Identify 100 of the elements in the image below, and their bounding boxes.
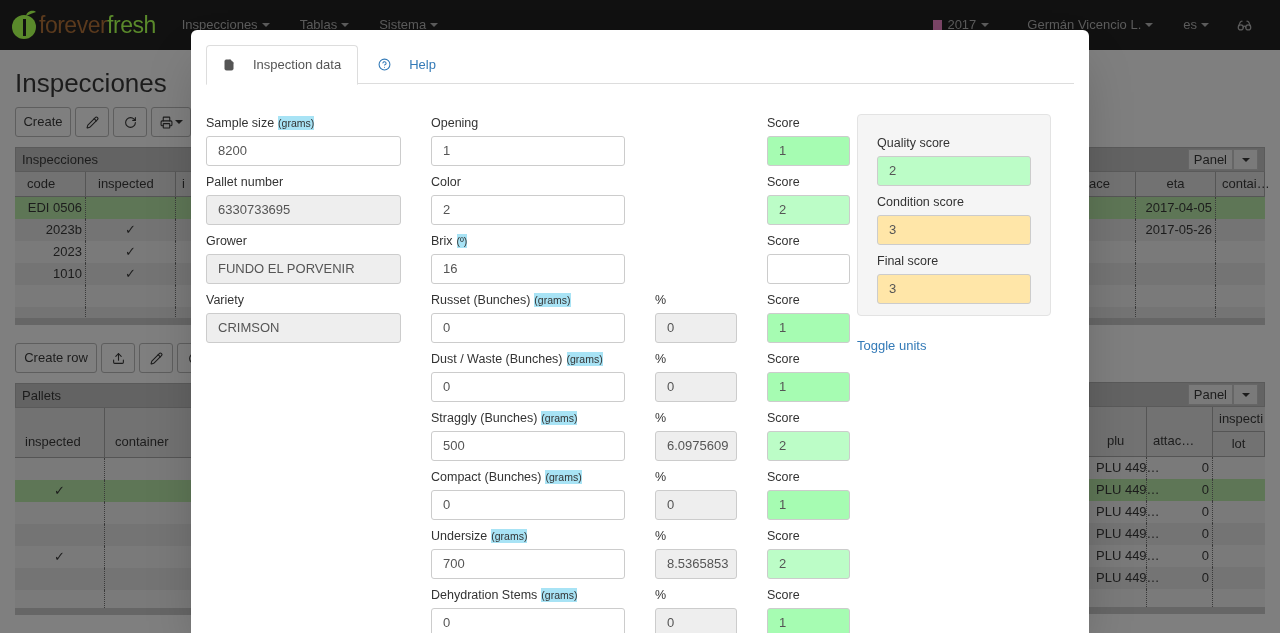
table-cell-text: ✓ (54, 482, 65, 501)
input-field[interactable]: 2 (431, 195, 625, 225)
input-field[interactable]: CRIMSON (206, 313, 401, 343)
column-header[interactable]: lot (1213, 432, 1265, 457)
field-label: Dehydration Stems (431, 587, 538, 604)
edit-button[interactable] (139, 343, 173, 373)
column-header[interactable]: ace (1089, 172, 1136, 197)
scrollbar[interactable] (15, 318, 191, 325)
nav-menu[interactable]: Inspecciones (181, 15, 270, 35)
column-header[interactable]: plu (1089, 407, 1147, 457)
input-field[interactable]: 700 (431, 549, 625, 579)
column-header[interactable]: container (105, 408, 191, 458)
table-row[interactable]: PLU 449… 0 (1089, 567, 1265, 589)
input-field[interactable]: 0 (655, 608, 737, 633)
toggle-units-link[interactable]: Toggle units (857, 336, 1051, 356)
input-field[interactable]: 6330733695 (206, 195, 401, 225)
input-field[interactable]: 2 (767, 431, 850, 461)
input-field[interactable]: 3 (877, 274, 1031, 304)
table-row[interactable] (15, 524, 191, 546)
field-label: Final score (877, 253, 939, 270)
table-cell-text: 0 (1201, 525, 1209, 544)
table-cell-text: 0 (1201, 547, 1209, 566)
input-field[interactable] (767, 254, 850, 284)
tab[interactable]: Inspection data (206, 45, 359, 85)
tab[interactable]: Help (360, 45, 452, 84)
field-label: Straggly (Bunches) (431, 410, 538, 427)
upload-button[interactable] (101, 343, 135, 373)
language-menu[interactable]: es (1183, 15, 1209, 35)
input-field[interactable]: 16 (431, 254, 625, 284)
table-cell-text: 0 (1201, 569, 1209, 588)
input-field[interactable]: 3 (877, 215, 1031, 245)
input-field[interactable]: 8200 (206, 136, 401, 166)
table-cell-text: 2017-05-26 (1145, 221, 1212, 240)
scrollbar[interactable] (15, 608, 191, 615)
input-field[interactable]: 1 (767, 490, 850, 520)
user-menu[interactable]: Germán Vicencio L. (1027, 15, 1154, 35)
field-label: Score (767, 410, 800, 427)
season-menu[interactable]: 2017 (933, 15, 990, 35)
panel-menu-button[interactable] (1233, 149, 1258, 170)
table-row[interactable]: EDI 0506 (15, 197, 191, 219)
column-header[interactable]: i (176, 172, 191, 197)
table-cell-text: 0 (1201, 503, 1209, 522)
input-field[interactable]: 8.5365853 (655, 549, 737, 579)
panel-title: Pallets (22, 386, 62, 405)
field-label: % (655, 351, 667, 368)
print-button[interactable] (151, 107, 191, 137)
input-field[interactable]: 0 (655, 490, 737, 520)
table-row[interactable]: ✓ (15, 480, 191, 502)
input-field[interactable]: 1 (767, 372, 850, 402)
table-cell-text: 2017-04-05 (1145, 199, 1212, 218)
scrollbar[interactable] (1089, 607, 1265, 614)
table-cell-text: EDI 0506 (27, 199, 82, 218)
table-row[interactable]: 2017-04-05 (1089, 197, 1265, 219)
column-header[interactable]: inspected (86, 172, 176, 197)
input-field[interactable]: 2 (767, 195, 850, 225)
upload-icon (111, 351, 125, 365)
edit-button[interactable] (75, 107, 109, 137)
input-field[interactable]: 500 (431, 431, 625, 461)
panel-button[interactable]: Panel (1187, 384, 1233, 405)
create-row-button[interactable]: Create row (15, 343, 97, 373)
input-field[interactable]: 2 (877, 156, 1031, 186)
nav-menu[interactable]: Tablas (299, 15, 350, 35)
table-row[interactable] (15, 568, 191, 590)
input-field[interactable]: FUNDO EL PORVENIR (206, 254, 401, 284)
input-field[interactable]: 0 (655, 313, 737, 343)
input-field[interactable]: 2 (767, 549, 850, 579)
input-field[interactable]: 0 (431, 490, 625, 520)
table-row[interactable]: 2017-05-26 (1089, 219, 1265, 241)
input-field[interactable]: 1 (767, 313, 850, 343)
table-cell-text: 2023b (45, 221, 82, 240)
field-label: % (655, 469, 667, 486)
input-field[interactable]: 1 (767, 608, 850, 633)
table-row[interactable]: 2023b ✓ (15, 219, 191, 241)
input-field[interactable]: 0 (431, 313, 625, 343)
unit-tag: (grams) (491, 529, 528, 543)
table-row[interactable] (1089, 263, 1265, 285)
column-header[interactable]: attac… (1147, 407, 1213, 457)
column-header[interactable]: inspected (15, 408, 105, 458)
field-label: Pallet number (206, 174, 284, 191)
input-field[interactable]: 0 (431, 608, 625, 633)
input-field[interactable]: 6.0975609 (655, 431, 737, 461)
input-field[interactable]: 1 (431, 136, 625, 166)
column-header[interactable]: code (15, 172, 86, 197)
column-header[interactable]: eta (1136, 172, 1216, 197)
scrollbar[interactable] (1089, 318, 1265, 325)
create-button[interactable]: Create (15, 107, 71, 137)
nav-menu[interactable]: Sistema (379, 15, 439, 35)
table-row[interactable]: PLU 449… 0 (1089, 479, 1265, 501)
refresh-button[interactable] (113, 107, 147, 137)
field-label: Undersize (431, 528, 488, 545)
input-field[interactable]: 0 (431, 372, 625, 402)
input-field[interactable]: 0 (655, 372, 737, 402)
field-label: % (655, 528, 667, 545)
table-row[interactable]: 1010 ✓ (15, 263, 191, 285)
input-field[interactable]: 1 (767, 136, 850, 166)
table-row[interactable]: PLU 449… 0 (1089, 523, 1265, 545)
field-label: Brix (431, 233, 453, 250)
panel-button[interactable]: Panel (1187, 149, 1233, 170)
logo-text: foreverfresh (39, 13, 156, 37)
panel-menu-button[interactable] (1233, 384, 1258, 405)
